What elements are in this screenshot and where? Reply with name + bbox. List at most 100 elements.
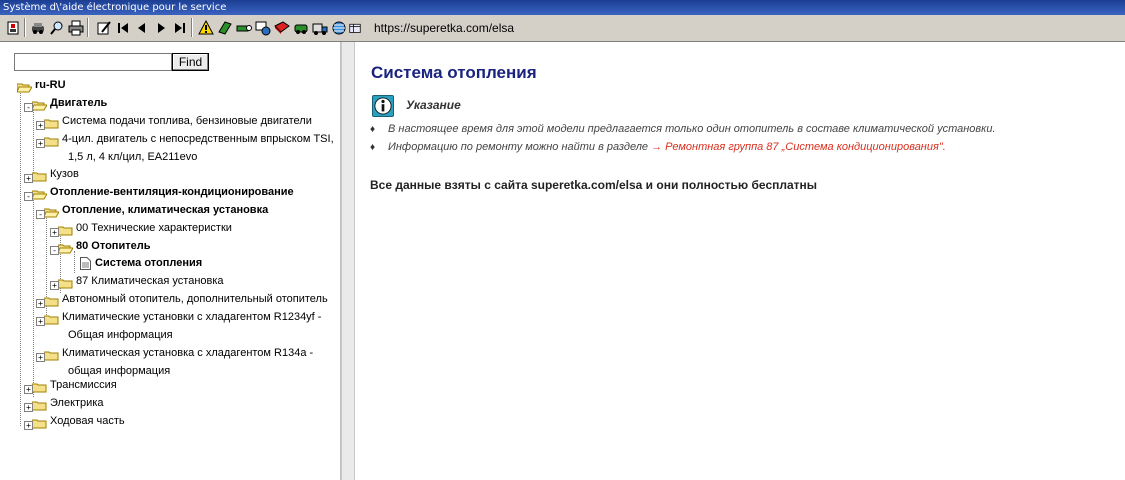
- tree-item-label: Электрика: [50, 397, 104, 409]
- collapse-icon[interactable]: -: [36, 209, 45, 219]
- tree-line: [20, 90, 21, 426]
- expand-icon[interactable]: +: [36, 298, 45, 308]
- tree-item-label: ru-RU: [35, 79, 66, 91]
- search-icon[interactable]: [47, 18, 66, 37]
- print-icon[interactable]: [66, 18, 85, 37]
- table-icon[interactable]: [348, 18, 362, 37]
- folder-open-icon: [31, 187, 48, 199]
- warning-icon[interactable]: [196, 18, 215, 37]
- tree-item-label: Автономный отопитель, дополнительный ото…: [62, 293, 328, 305]
- tree-item-label: Ходовая часть: [50, 415, 125, 427]
- tree-item-heating-climate[interactable]: - Отопление, климатическая установка: [36, 201, 269, 219]
- globe-icon[interactable]: [329, 18, 348, 37]
- tree-item-label: Отопление, климатическая установка: [62, 204, 269, 216]
- folder-open-icon: [43, 205, 60, 217]
- folder-icon: [43, 348, 59, 360]
- expand-icon[interactable]: +: [50, 227, 59, 237]
- expand-icon[interactable]: +: [50, 280, 59, 290]
- folder-icon: [31, 416, 47, 428]
- car-icon[interactable]: [28, 18, 47, 37]
- collapse-icon[interactable]: -: [24, 102, 33, 112]
- expand-icon[interactable]: +: [36, 138, 45, 148]
- tool-icon[interactable]: [234, 18, 253, 37]
- tree-item-label-continued: Общая информация: [68, 329, 173, 341]
- window-title: Système d\'aide électronique pour le ser…: [3, 2, 227, 13]
- tree-item-label: Климатическая установка с хладагентом R1…: [62, 347, 314, 359]
- folder-icon: [43, 134, 59, 146]
- tree-item-root[interactable]: ru-RU: [16, 76, 66, 94]
- tree-item-r1234yf[interactable]: + Климатические установки с хладагентом …: [36, 308, 321, 326]
- page-title: Система отопления: [371, 63, 537, 82]
- edit-icon[interactable]: [94, 18, 113, 37]
- folder-icon: [31, 380, 47, 392]
- note-text-2-body: Информацию по ремонту можно найти в разд…: [388, 141, 649, 153]
- tree-item-heater[interactable]: - 80 Отопитель: [50, 237, 151, 255]
- expand-icon[interactable]: +: [24, 402, 33, 412]
- folder-icon: [43, 312, 59, 324]
- manual-icon[interactable]: [272, 18, 291, 37]
- tree-item-transmission[interactable]: + Трансмиссия: [24, 376, 117, 394]
- document-icon: [80, 256, 91, 270]
- prev-page-icon[interactable]: [132, 18, 151, 37]
- tree-item-label-continued: 1,5 л, 4 кл/цил, EA211evo: [68, 151, 198, 163]
- collapse-icon[interactable]: -: [24, 191, 33, 201]
- expand-icon[interactable]: +: [24, 384, 33, 394]
- tree-item-label: Система отопления: [95, 257, 203, 269]
- first-page-icon[interactable]: [113, 18, 132, 37]
- tree-item-climate-unit[interactable]: + 87 Климатическая установка: [50, 272, 224, 290]
- expand-icon[interactable]: +: [36, 120, 45, 130]
- collapse-icon[interactable]: -: [50, 245, 59, 255]
- find-button[interactable]: Find: [172, 53, 209, 71]
- tree-item-r134a[interactable]: + Климатическая установка с хладагентом …: [36, 344, 314, 362]
- folder-open-icon: [16, 80, 33, 92]
- tree-item-aux-heater[interactable]: + Автономный отопитель, дополнительный о…: [36, 290, 328, 308]
- expand-icon[interactable]: +: [36, 316, 45, 326]
- tree-item-chassis[interactable]: + Ходовая часть: [24, 412, 125, 430]
- tree-line: [33, 197, 34, 397]
- expand-icon[interactable]: +: [24, 420, 33, 430]
- bullet-icon: ♦: [370, 142, 376, 153]
- tree-item-label: 80 Отопитель: [76, 240, 151, 252]
- tree-item-label: 87 Климатическая установка: [76, 275, 224, 287]
- url-text: https://superetka.com/elsa: [374, 21, 515, 35]
- folder-icon: [31, 398, 47, 410]
- tree-item-label: Кузов: [50, 168, 79, 180]
- tree-item-tsi-engine[interactable]: + 4-цил. двигатель с непосредственным вп…: [36, 130, 334, 148]
- tree-scrollbar[interactable]: [341, 42, 355, 480]
- vehicle-icon[interactable]: [291, 18, 310, 37]
- last-page-icon[interactable]: [170, 18, 189, 37]
- search-input[interactable]: [14, 53, 172, 71]
- note-text-1: В настоящее время для этой модели предла…: [388, 123, 996, 135]
- content-panel: Система отопления Указание ♦ В настоящее…: [356, 42, 1125, 480]
- toolbar-separator: [87, 18, 89, 37]
- diagram-icon[interactable]: [253, 18, 272, 37]
- tree-item-label: 4-цил. двигатель с непосредственным впры…: [62, 133, 334, 145]
- info-icon: [372, 95, 394, 117]
- toolbar: https://superetka.com/elsa: [0, 15, 1125, 42]
- tree-item-label: 00 Технические характеристки: [76, 222, 232, 234]
- tree-item-label: Система подачи топлива, бензиновые двига…: [62, 115, 312, 127]
- tree-item-label: Двигатель: [50, 97, 108, 109]
- tree-item-engine[interactable]: - Двигатель: [24, 94, 108, 112]
- tree-item-heating-system[interactable]: Система отопления: [80, 254, 202, 272]
- tree-item-body[interactable]: + Кузов: [24, 165, 79, 183]
- book-icon[interactable]: [215, 18, 234, 37]
- user-icon[interactable]: [3, 18, 22, 37]
- folder-icon: [57, 223, 73, 235]
- footer-text: Все данные взяты с сайта superetka.com/e…: [370, 178, 818, 192]
- tree-item-electrics[interactable]: + Электрика: [24, 394, 104, 412]
- tree-item-tech-specs[interactable]: + 00 Технические характеристки: [50, 219, 232, 237]
- expand-icon[interactable]: +: [36, 352, 45, 362]
- truck-icon[interactable]: [310, 18, 329, 37]
- next-page-icon[interactable]: [151, 18, 170, 37]
- folder-icon: [57, 276, 73, 288]
- repair-group-link[interactable]: → Ремонтная группа 87 „Система кондицион…: [651, 141, 946, 153]
- toolbar-separator: [24, 18, 26, 37]
- tree-item-hvac[interactable]: - Отопление-вентиляция-кондиционирование: [24, 183, 294, 201]
- tree-item-fuel-system[interactable]: + Система подачи топлива, бензиновые дви…: [36, 112, 312, 130]
- bullet-icon: ♦: [370, 124, 376, 135]
- folder-open-icon: [31, 98, 48, 110]
- folder-open-icon: [57, 241, 74, 253]
- folder-icon: [43, 116, 59, 128]
- expand-icon[interactable]: +: [24, 173, 33, 183]
